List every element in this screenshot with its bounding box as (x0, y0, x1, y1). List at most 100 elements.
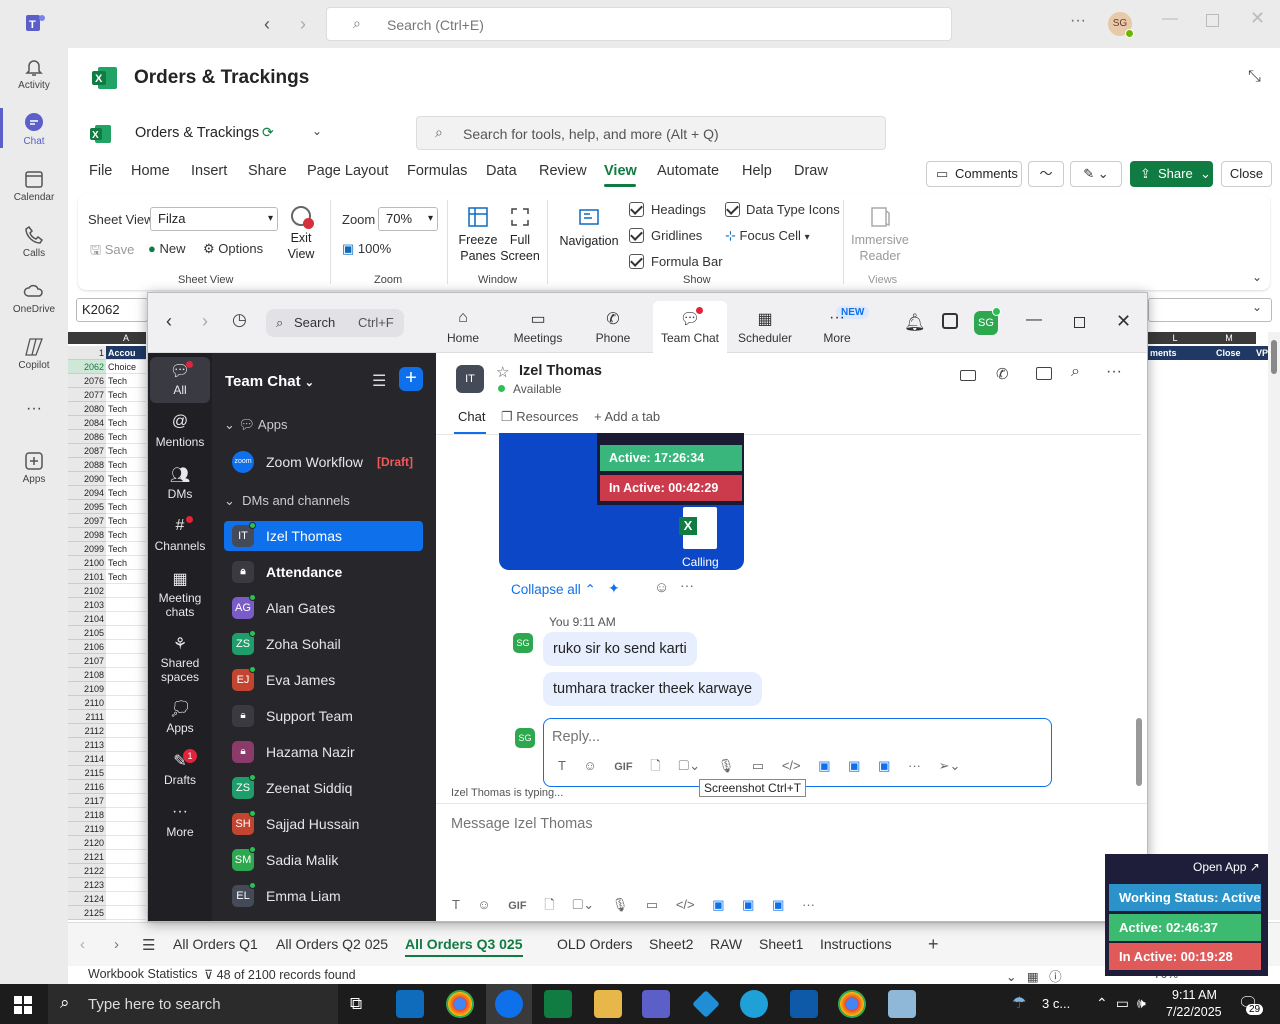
row-header[interactable]: 2104 (68, 612, 106, 626)
contact-item[interactable]: EJ Eva James (224, 665, 423, 695)
row-header[interactable]: 2098 (68, 528, 106, 542)
open-app-button[interactable]: Open App ↗ (1193, 860, 1260, 874)
contact-item[interactable]: AG Alan Gates (224, 593, 423, 623)
microphone-icon[interactable]: 🎙︎ (718, 758, 735, 773)
outlook-icon[interactable] (396, 990, 424, 1018)
zoom-nav-team-chat[interactable]: 💬︎ Team Chat (653, 293, 727, 353)
history-icon[interactable]: ◷ (232, 310, 247, 330)
cell-a[interactable] (106, 696, 146, 710)
close-button[interactable]: Close (1221, 161, 1272, 187)
excel-tab-draw[interactable]: Draw (794, 163, 828, 179)
cell-a[interactable] (106, 584, 146, 598)
zoom-left-all[interactable]: 💬︎ All (148, 361, 212, 397)
code-icon[interactable]: </> (782, 758, 801, 773)
forward-arrow-icon[interactable]: › (300, 14, 306, 35)
tab-resources[interactable]: ❐ Resources (501, 409, 578, 425)
row-header[interactable]: 2117 (68, 794, 106, 808)
row-header[interactable]: 2112 (68, 724, 106, 738)
cell-a[interactable] (106, 836, 146, 850)
dms-section[interactable]: ⌄ DMs and channels (224, 493, 350, 509)
row-header[interactable]: 2118 (68, 808, 106, 822)
cell-a[interactable] (106, 780, 146, 794)
editing-mode-button[interactable]: ✎ ⌄ (1070, 161, 1122, 187)
cell-a[interactable]: Tech (106, 416, 146, 430)
contact-item[interactable]: ZS Zeenat Siddiq (224, 773, 423, 803)
row-header[interactable]: 2116 (68, 780, 106, 794)
row-header[interactable]: 2106 (68, 640, 106, 654)
collapse-view-icon[interactable]: ⤡ (1248, 68, 1261, 86)
cell-a[interactable] (106, 668, 146, 682)
data-type-icons-checkbox[interactable] (725, 202, 740, 217)
video-call-icon[interactable] (960, 370, 976, 381)
excel-tab-view[interactable]: View (604, 163, 637, 179)
close-icon[interactable]: ✕ (1116, 311, 1131, 332)
maximize-icon[interactable] (1074, 317, 1085, 328)
cell-a[interactable]: Tech (106, 458, 146, 472)
sheet-tab[interactable]: OLD Orders (557, 936, 632, 952)
zoom-nav-meetings[interactable]: ▭ Meetings (501, 293, 575, 353)
zoom-nav-more[interactable]: ··· More (800, 293, 874, 353)
zoom-search-box[interactable]: ⌕ Search Ctrl+F (266, 309, 404, 337)
zoom-left-drafts[interactable]: ✎ Drafts (148, 751, 212, 787)
cell-a[interactable]: Tech (106, 570, 146, 584)
cell-a[interactable] (106, 766, 146, 780)
zoom-nav-phone[interactable]: ✆ Phone (576, 293, 650, 353)
file-explorer-icon[interactable] (594, 990, 622, 1018)
zoom-left-meeting-chats[interactable]: ▦ Meeting chats (148, 569, 212, 619)
all-sheets-icon[interactable]: ☰ (142, 936, 155, 954)
app-icon-2[interactable]: ▣ (848, 758, 860, 773)
excel-tab-review[interactable]: Review (539, 163, 587, 179)
clock-time[interactable]: 9:11 AM (1172, 988, 1217, 1002)
app-icon-2[interactable]: ▣ (742, 897, 754, 912)
row-header[interactable]: 2111 (68, 710, 106, 724)
excel-search-box[interactable]: ⌕ Search for tools, help, and more (Alt … (416, 116, 886, 150)
message-input[interactable] (451, 813, 1091, 835)
chat-scrollbar[interactable] (1136, 718, 1142, 786)
full-screen-button[interactable]: Full Screen (500, 206, 540, 264)
star-icon[interactable]: ☆ (496, 363, 509, 381)
weather-text[interactable]: 3 c... (1042, 996, 1070, 1011)
cell-a[interactable]: Tech (106, 486, 146, 500)
edge-icon[interactable] (740, 990, 768, 1018)
formula-bar-checkbox[interactable] (629, 254, 644, 269)
zoom-left-channels[interactable]: # Channels (148, 517, 212, 553)
row-header[interactable]: 2108 (68, 668, 106, 682)
more-apps-icon[interactable]: ··· (0, 400, 68, 418)
excel-tab-home[interactable]: Home (131, 163, 170, 179)
row-header[interactable]: 2062 (68, 360, 106, 374)
app-diamond-icon[interactable] (692, 990, 720, 1018)
status-bar-icons[interactable]: ⌄ ▦ ⓘ (1006, 966, 1062, 985)
emoji-icon[interactable]: ☺ (477, 897, 490, 912)
cell-a[interactable]: Tech (106, 556, 146, 570)
maximize-icon[interactable] (1206, 14, 1219, 27)
row-header[interactable]: 2107 (68, 654, 106, 668)
contact-item[interactable]: ZS Zoha Sohail (224, 629, 423, 659)
row-header[interactable]: 2086 (68, 430, 106, 444)
contact-item[interactable]: EL Emma Liam (224, 881, 423, 911)
cell-a[interactable] (106, 640, 146, 654)
cell-a[interactable] (106, 738, 146, 752)
cell-a[interactable]: Tech (106, 444, 146, 458)
sheet-tab[interactable]: Instructions (820, 936, 892, 952)
workbook-statistics[interactable]: Workbook Statistics (88, 967, 198, 981)
row-header[interactable]: 2088 (68, 458, 106, 472)
row-header[interactable]: 1 (68, 346, 106, 360)
cell-a[interactable]: Tech (106, 430, 146, 444)
cell-a[interactable] (106, 850, 146, 864)
name-box[interactable]: K2062 (76, 298, 148, 322)
more-tools-icon[interactable]: ··· (802, 897, 815, 912)
sheet-tab[interactable]: RAW (710, 936, 742, 952)
zoom-nav-scheduler[interactable]: ▦ Scheduler (728, 293, 802, 353)
excel-tab-data[interactable]: Data (486, 163, 517, 179)
row-header[interactable]: 2077 (68, 388, 106, 402)
excel-tab-share[interactable]: Share (248, 163, 287, 179)
ribbon-collapse-icon[interactable]: ⌄ (1252, 270, 1262, 284)
emoji-icon[interactable]: ☺ (583, 758, 596, 773)
close-icon[interactable]: ✕ (1250, 8, 1265, 29)
format-text-icon[interactable]: T (452, 897, 460, 912)
row-header[interactable]: 2100 (68, 556, 106, 570)
rail-calls[interactable]: Calls (0, 224, 68, 259)
sheet-tab[interactable]: All Orders Q2 025 (276, 936, 388, 952)
app-icon-1[interactable]: ▣ (818, 758, 830, 773)
phone-call-icon[interactable]: ✆ (996, 365, 1009, 383)
